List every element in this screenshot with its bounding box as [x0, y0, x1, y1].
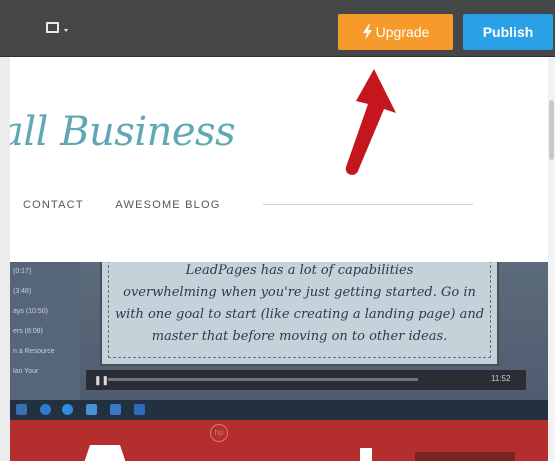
- pause-icon: ❚❚: [94, 375, 110, 385]
- slide-text: LeadPages has a lot of capabilities over…: [112, 262, 487, 348]
- taskbar-icon: [86, 404, 97, 415]
- photo-sidebar-item: n a Resource: [13, 348, 55, 355]
- publish-label: Publish: [482, 24, 534, 40]
- photo-sidebar-item: lan Your: [13, 368, 39, 375]
- nav-link-awesome-blog[interactable]: AWESOME BLOG: [115, 199, 220, 211]
- taskbar-icon: [40, 404, 51, 415]
- progress-bar: [108, 378, 418, 381]
- photo-sidebar-item: ers (8:08): [13, 328, 43, 335]
- scrollbar-thumb[interactable]: [549, 100, 554, 160]
- taskbar-icon: [134, 404, 145, 415]
- photo-course-sidebar: (0:17) (3:48) ays (10:50) ers (8:08) n a…: [10, 262, 80, 402]
- editor-toolbar: Upgrade Publish: [0, 0, 555, 57]
- site-navigation: CONTACT AWESOME BLOG: [23, 199, 248, 211]
- publish-button[interactable]: Publish: [463, 14, 553, 50]
- desktop-preview-icon: [46, 22, 59, 33]
- lightning-bolt-icon: [362, 24, 372, 40]
- taskbar-icon: [110, 404, 121, 415]
- upgrade-button[interactable]: Upgrade: [338, 14, 453, 50]
- slide-line: master that before moving on to other id…: [151, 329, 448, 344]
- page-preview-canvas[interactable]: all Business CONTACT AWESOME BLOG (0:17)…: [10, 57, 555, 461]
- red-arrow-annotation: [345, 69, 396, 175]
- hp-logo: hp: [210, 424, 228, 442]
- upgrade-label: Upgrade: [375, 24, 430, 40]
- photo-sidebar-item: (3:48): [13, 288, 32, 295]
- photo-sidebar-item: ays (10:50): [13, 308, 49, 315]
- slide-line: with one goal to start (like creating a …: [114, 307, 485, 322]
- photo-video-player: ❚❚ 11:52: [86, 370, 526, 390]
- slide-line: overwhelming when you're just getting st…: [123, 285, 476, 300]
- hero-photo: (0:17) (3:48) ays (10:50) ers (8:08) n a…: [10, 262, 555, 461]
- photo-white-shape: [360, 448, 372, 461]
- player-time: 11:52: [491, 374, 511, 383]
- taskbar-icon: [62, 404, 73, 415]
- nav-divider: [263, 204, 473, 205]
- photo-sidebar-item: (0:17): [13, 268, 32, 275]
- canvas-left-gutter: [0, 57, 10, 461]
- laptop-key-strip: [415, 452, 515, 461]
- photo-slide: LeadPages has a lot of capabilities over…: [100, 262, 499, 366]
- nav-link-contact[interactable]: CONTACT: [23, 199, 84, 211]
- site-logo-text: all Business: [10, 109, 236, 155]
- device-preview-toggle[interactable]: [46, 21, 76, 39]
- slide-line: LeadPages has a lot of capabilities: [185, 263, 414, 278]
- taskbar-icon: [16, 404, 27, 415]
- chevron-down-icon: [64, 29, 68, 32]
- photo-taskbar: [10, 400, 555, 420]
